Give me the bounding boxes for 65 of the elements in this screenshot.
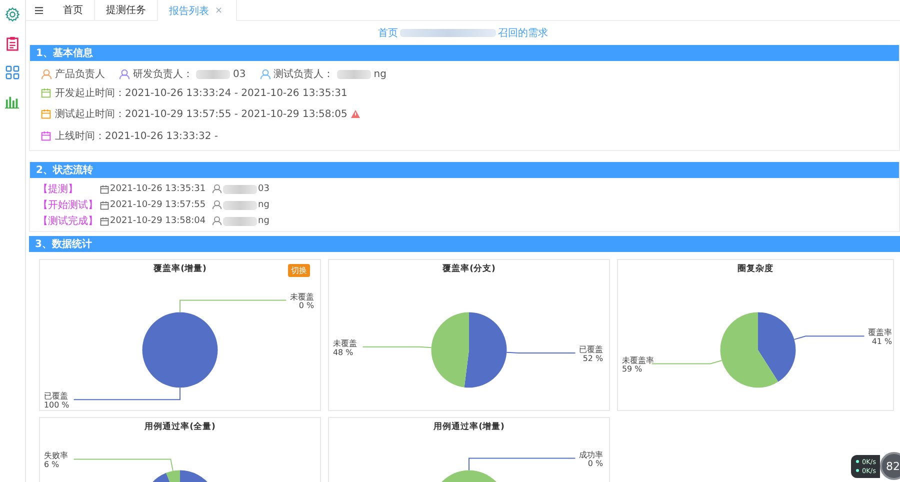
field-label: 研发负责人： <box>133 68 193 81</box>
score-badge[interactable]: 82 <box>880 452 900 480</box>
slice-value: 52 % <box>582 354 604 363</box>
timestamp: 2021-10-29 13:58:04 <box>110 216 206 226</box>
calendar-icon <box>100 200 109 210</box>
section-header: 1、基本信息 <box>30 45 899 61</box>
slice-value: 48 % <box>332 348 354 357</box>
timestamp: 2021-10-26 13:35:31 <box>110 184 206 194</box>
field-label: 产品负责人 <box>55 68 105 81</box>
slice-value: 6 % <box>44 460 60 470</box>
person-icon <box>212 184 222 194</box>
redaction-block <box>336 70 371 78</box>
redaction-block <box>223 184 257 194</box>
slice-value: 0 % <box>588 459 604 468</box>
slice-label: 已覆盖 <box>579 345 604 354</box>
bar-chart-icon[interactable] <box>5 94 20 109</box>
slice-label: 已覆盖 <box>44 392 68 401</box>
slice-label: 成功率 <box>579 450 604 460</box>
name-text: ng <box>258 200 270 210</box>
leader-line <box>506 352 576 354</box>
redaction-block <box>196 70 230 78</box>
slice-label: 未覆盖 <box>290 292 314 302</box>
status-label: 【测试完成】 <box>37 214 99 228</box>
redaction-block <box>223 200 257 210</box>
leader-line <box>362 346 432 348</box>
date-range-text: 测试起止时间：2021-10-29 13:57:55 - 2021-10-29 13:58:05 <box>55 108 348 122</box>
slice-label: 未覆盖率 <box>622 356 654 365</box>
dot-icon <box>856 460 860 463</box>
status-label: 【开始测试】 <box>37 198 99 212</box>
slice-value: 59 % <box>622 364 642 374</box>
tab[interactable]: 首页 <box>52 0 95 20</box>
date-range-text: 上线时间：2021-10-26 13:33:32 - <box>55 130 218 143</box>
clipboard-icon[interactable] <box>5 36 20 51</box>
calendar-icon <box>100 184 109 194</box>
leader-line <box>794 336 865 340</box>
calendar-icon <box>100 216 109 226</box>
redaction-block <box>223 216 257 226</box>
slice-value: 41 % <box>872 337 892 346</box>
name-text: 03 <box>233 68 246 80</box>
name-text: 03 <box>258 184 270 194</box>
person-icon <box>212 216 222 226</box>
menu-icon[interactable] <box>35 6 43 14</box>
grid-icon[interactable] <box>5 65 20 80</box>
person-icon <box>212 200 222 210</box>
name-text: ng <box>374 68 386 80</box>
field-label: 测试负责人： <box>274 68 334 81</box>
slice-label: 覆盖率 <box>868 328 892 338</box>
chart-title: 覆盖率(增量) <box>154 263 206 275</box>
date-range-text: 开发起止时间：2021-10-26 13:33:24 - 2021-10-26 13:35:31 <box>55 86 348 100</box>
section-header: 3、数据统计 <box>29 236 900 252</box>
section-header: 2、状态流转 <box>30 162 899 178</box>
slice-label: 未覆盖 <box>332 338 357 348</box>
chart-title: 覆盖率(分支) <box>442 263 496 275</box>
chart-title: 用例通过率(全量) <box>144 421 216 433</box>
slice-value: 0 % <box>298 301 314 310</box>
chart-title: 用例通过率(增量) <box>434 421 504 433</box>
slice-value: 100 % <box>44 400 70 408</box>
dot-icon <box>856 469 860 472</box>
chart-title: 圈复杂度 <box>738 263 774 275</box>
status-label: 【提测】 <box>37 182 79 196</box>
page-title: 召回的需求 <box>498 26 548 40</box>
slice-label: 失败率 <box>44 451 68 460</box>
timestamp: 2021-10-29 13:57:55 <box>110 200 206 210</box>
name-text: ng <box>258 216 270 226</box>
settings-icon[interactable] <box>5 7 20 22</box>
